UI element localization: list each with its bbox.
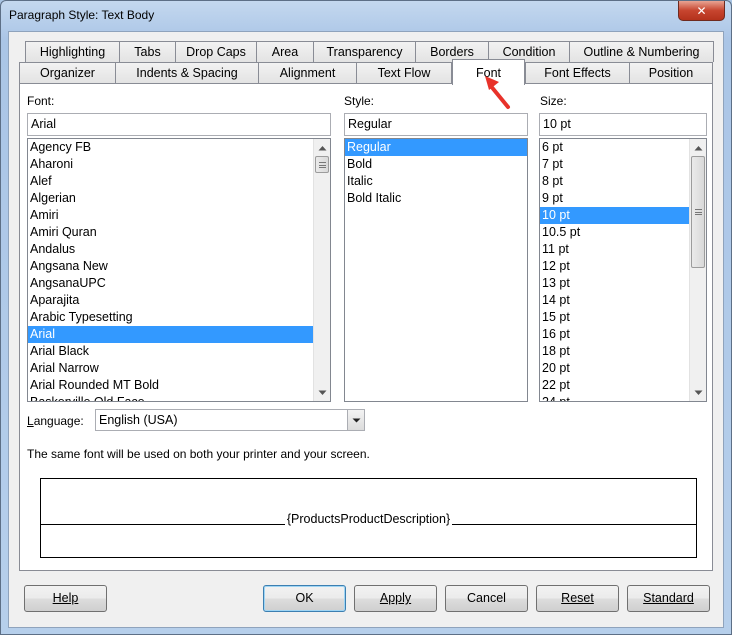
style-label: Style:: [344, 94, 375, 108]
list-item[interactable]: Amiri Quran: [28, 224, 313, 241]
list-item[interactable]: Amiri: [28, 207, 313, 224]
chevron-down-icon[interactable]: [347, 410, 364, 430]
help-button-label: Help: [52, 591, 79, 605]
tab-alignment[interactable]: Alignment: [258, 62, 357, 83]
list-item[interactable]: 11 pt: [540, 241, 689, 258]
dialog-window: Paragraph Style: Text Body ✕ Highlightin…: [0, 0, 732, 635]
list-item[interactable]: Arabic Typesetting: [28, 309, 313, 326]
size-list-items: 6 pt 7 pt 8 pt 9 pt 10 pt 10.5 pt 11 pt 12 pt 13…: [540, 139, 689, 401]
list-item[interactable]: 15 pt: [540, 309, 689, 326]
title-bar[interactable]: Paragraph Style: Text Body ✕: [1, 1, 731, 31]
tab-highlighting[interactable]: Highlighting: [25, 41, 120, 62]
tab-tabs[interactable]: Tabs: [119, 41, 176, 62]
dialog-client-area: Highlighting Tabs Drop Caps Area Transpa…: [8, 31, 724, 628]
list-item[interactable]: Bold Italic: [345, 190, 527, 207]
list-item[interactable]: Agency FB: [28, 139, 313, 156]
list-item[interactable]: Aharoni: [28, 156, 313, 173]
scroll-up-icon[interactable]: [690, 139, 706, 156]
window-title: Paragraph Style: Text Body: [9, 8, 155, 22]
tab-area[interactable]: Area: [256, 41, 314, 62]
list-item[interactable]: Italic: [345, 173, 527, 190]
scroll-up-icon[interactable]: [314, 139, 330, 156]
list-item[interactable]: Andalus: [28, 241, 313, 258]
scroll-thumb[interactable]: [315, 156, 329, 173]
style-list-items: Regular Bold Italic Bold Italic: [345, 139, 527, 207]
tab-transparency[interactable]: Transparency: [313, 41, 416, 62]
size-label: Size:: [540, 94, 567, 108]
tab-outline-numbering[interactable]: Outline & Numbering: [569, 41, 714, 62]
tab-organizer[interactable]: Organizer: [19, 62, 116, 83]
cancel-button-label: Cancel: [467, 591, 506, 605]
tab-position[interactable]: Position: [629, 62, 713, 83]
cancel-button[interactable]: Cancel: [445, 585, 528, 612]
font-info-text: The same font will be used on both your …: [27, 447, 370, 461]
tab-indents-spacing[interactable]: Indents & Spacing: [115, 62, 259, 83]
language-label-accel: L: [27, 414, 34, 428]
list-item[interactable]: 13 pt: [540, 275, 689, 292]
standard-button-label: Standard: [643, 591, 694, 605]
ok-button[interactable]: OK: [263, 585, 346, 612]
reset-button[interactable]: Reset: [536, 585, 619, 612]
list-item[interactable]: Alef: [28, 173, 313, 190]
list-item[interactable]: 9 pt: [540, 190, 689, 207]
font-list-items: Agency FB Aharoni Alef Algerian Amiri Amiri Q…: [28, 139, 313, 401]
scroll-thumb[interactable]: [691, 156, 705, 268]
help-button[interactable]: Help: [24, 585, 107, 612]
language-value: English (USA): [99, 413, 178, 427]
tab-text-flow[interactable]: Text Flow: [356, 62, 452, 83]
list-item[interactable]: Arial: [28, 326, 313, 343]
close-icon: ✕: [696, 3, 707, 18]
list-item[interactable]: 10.5 pt: [540, 224, 689, 241]
close-button[interactable]: ✕: [678, 1, 725, 21]
apply-button-label: Apply: [379, 591, 412, 605]
preview-text-wrapper: {ProductsProductDescription}: [41, 512, 696, 526]
font-label: Font:: [27, 94, 55, 108]
list-item[interactable]: 7 pt: [540, 156, 689, 173]
list-item[interactable]: AngsanaUPC: [28, 275, 313, 292]
list-item[interactable]: Bold: [345, 156, 527, 173]
language-label-rest: anguage:: [33, 414, 84, 428]
preview-text: {ProductsProductDescription}: [284, 512, 453, 526]
reset-button-label: Reset: [561, 591, 594, 605]
apply-button[interactable]: Apply: [354, 585, 437, 612]
list-item[interactable]: 20 pt: [540, 360, 689, 377]
list-item[interactable]: 10 pt: [540, 207, 689, 224]
list-item[interactable]: Arial Narrow: [28, 360, 313, 377]
list-item[interactable]: 6 pt: [540, 139, 689, 156]
list-item[interactable]: Angsana New: [28, 258, 313, 275]
scroll-down-icon[interactable]: [314, 384, 330, 401]
list-item[interactable]: 22 pt: [540, 377, 689, 394]
list-item[interactable]: Arial Rounded MT Bold: [28, 377, 313, 394]
style-list[interactable]: Regular Bold Italic Bold Italic: [344, 138, 528, 402]
size-list[interactable]: 6 pt 7 pt 8 pt 9 pt 10 pt 10.5 pt 11 pt 12 pt 13…: [539, 138, 707, 402]
ok-button-label: OK: [295, 591, 314, 605]
font-list[interactable]: Agency FB Aharoni Alef Algerian Amiri Amiri Q…: [27, 138, 331, 402]
list-item[interactable]: 24 pt: [540, 394, 689, 401]
list-item[interactable]: Algerian: [28, 190, 313, 207]
font-name-input[interactable]: Arial: [27, 113, 331, 136]
style-input[interactable]: Regular: [344, 113, 528, 136]
list-item[interactable]: 14 pt: [540, 292, 689, 309]
annotation-arrow-icon: [485, 76, 510, 109]
language-select[interactable]: English (USA): [95, 409, 365, 431]
list-item[interactable]: Regular: [345, 139, 527, 156]
font-preview-box: {ProductsProductDescription}: [40, 478, 697, 558]
list-item[interactable]: Arial Black: [28, 343, 313, 360]
list-item[interactable]: 18 pt: [540, 343, 689, 360]
list-item[interactable]: Baskerville Old Face: [28, 394, 313, 401]
language-label: Language:: [27, 414, 84, 428]
list-item[interactable]: 8 pt: [540, 173, 689, 190]
size-list-scrollbar[interactable]: [689, 139, 706, 401]
tab-drop-caps[interactable]: Drop Caps: [175, 41, 257, 62]
list-item[interactable]: 16 pt: [540, 326, 689, 343]
size-input[interactable]: 10 pt: [539, 113, 707, 136]
scroll-down-icon[interactable]: [690, 384, 706, 401]
standard-button[interactable]: Standard: [627, 585, 710, 612]
font-list-scrollbar[interactable]: [313, 139, 330, 401]
tab-font-effects[interactable]: Font Effects: [525, 62, 630, 83]
list-item[interactable]: 12 pt: [540, 258, 689, 275]
list-item[interactable]: Aparajita: [28, 292, 313, 309]
